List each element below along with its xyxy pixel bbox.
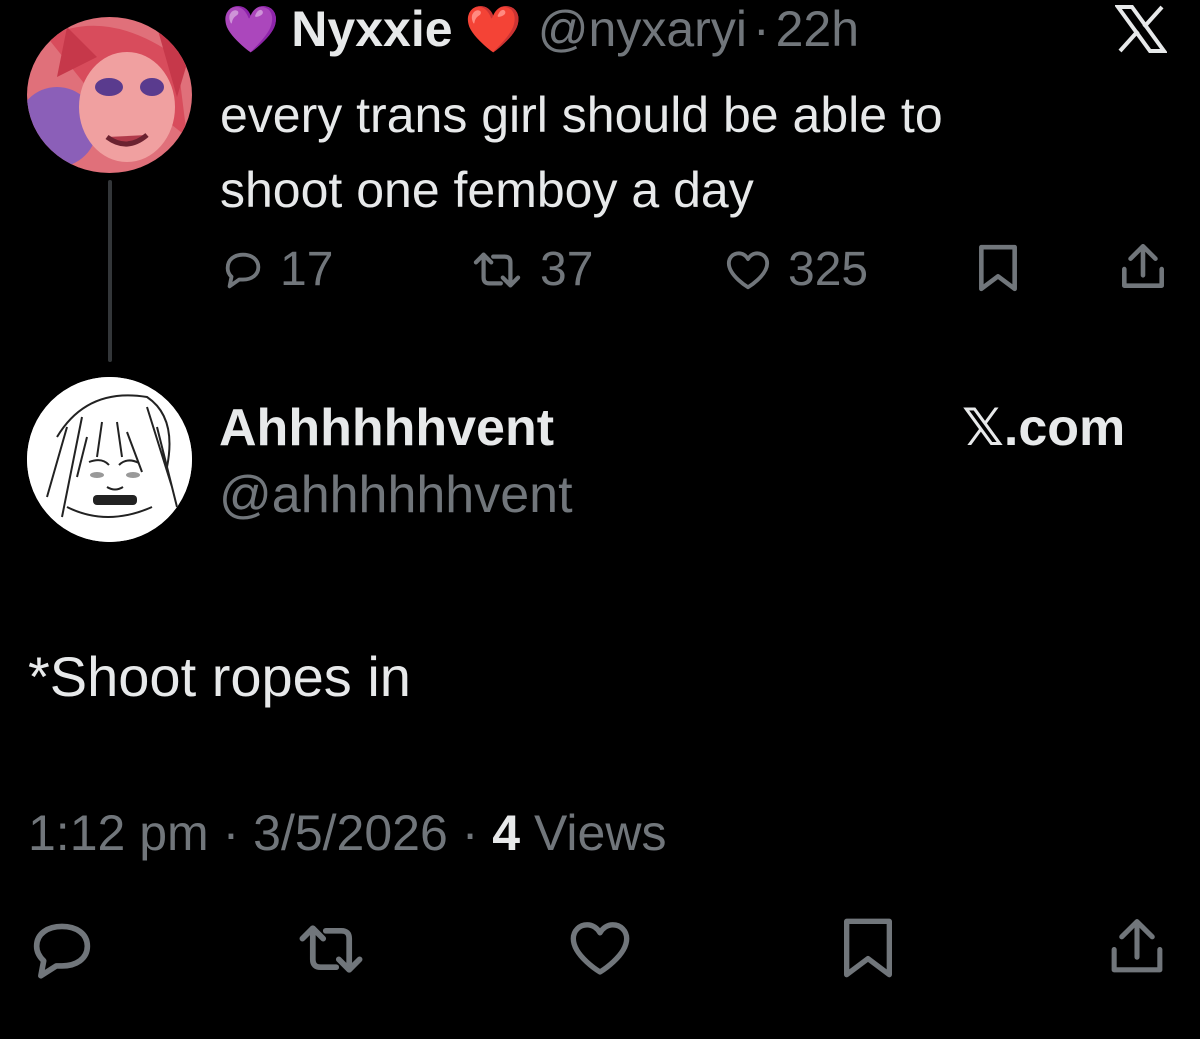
bookmark-icon — [844, 918, 892, 978]
tweet-meta: 1:12 pm · 3/5/2026 · 4 Views — [28, 803, 666, 863]
reply-button[interactable] — [28, 918, 96, 985]
like-count: 325 — [788, 243, 869, 296]
avatar[interactable] — [27, 17, 192, 173]
reply-icon — [33, 923, 91, 979]
tweet-header: 💜 Nyxxie ❤️ @nyxaryi · 22h — [222, 0, 859, 58]
like-button[interactable]: 325 — [722, 242, 868, 297]
views-label: Views — [533, 805, 667, 861]
thread-connector-line — [108, 180, 112, 362]
share-button[interactable] — [1106, 914, 1168, 985]
views-count[interactable]: 4 — [492, 805, 520, 861]
heart-icon — [570, 922, 630, 975]
share-icon — [1122, 243, 1164, 288]
avatar-illustration — [27, 17, 192, 173]
repost-icon — [299, 925, 363, 973]
repost-button[interactable] — [292, 920, 370, 983]
user-handle[interactable]: @ahhhhhhvent — [219, 465, 573, 525]
like-button[interactable] — [565, 916, 635, 985]
avatar-illustration — [27, 377, 192, 542]
avatar[interactable] — [27, 377, 192, 542]
separator: · — [752, 1, 770, 57]
red-heart-emoji: ❤️ — [464, 2, 522, 55]
reply-icon — [225, 252, 261, 288]
tweet-text: every trans girl should be able to shoot… — [220, 78, 943, 228]
heart-icon — [726, 250, 770, 289]
x-logo-icon[interactable] — [1114, 5, 1168, 53]
tweet-text: *Shoot ropes in — [28, 645, 411, 708]
source-label[interactable]: 𝕏.com — [962, 398, 1125, 458]
separator: · — [222, 805, 240, 861]
tweet-date[interactable]: 3/5/2026 — [253, 805, 448, 861]
repost-button[interactable]: 37 — [468, 242, 593, 297]
tweet-age[interactable]: 22h — [776, 0, 859, 58]
share-icon — [1111, 919, 1163, 973]
share-button[interactable] — [1118, 240, 1168, 299]
tweet-text-line: shoot one femboy a day — [220, 162, 754, 218]
reply-count: 17 — [280, 243, 334, 296]
reply-button[interactable]: 17 — [220, 242, 333, 297]
bookmark-icon — [979, 244, 1017, 292]
display-name[interactable]: Nyxxie — [291, 0, 452, 58]
user-handle[interactable]: @nyxaryi — [538, 0, 747, 58]
repost-count: 37 — [540, 243, 594, 296]
purple-heart-emoji: 💜 — [222, 2, 280, 55]
separator: · — [461, 805, 479, 861]
bookmark-button[interactable] — [838, 916, 898, 985]
bookmark-button[interactable] — [975, 243, 1021, 298]
display-name[interactable]: Ahhhhhhvent — [219, 398, 554, 458]
tweet-text-line: every trans girl should be able to — [220, 87, 943, 143]
repost-icon — [473, 252, 521, 287]
tweet-time[interactable]: 1:12 pm — [28, 805, 209, 861]
